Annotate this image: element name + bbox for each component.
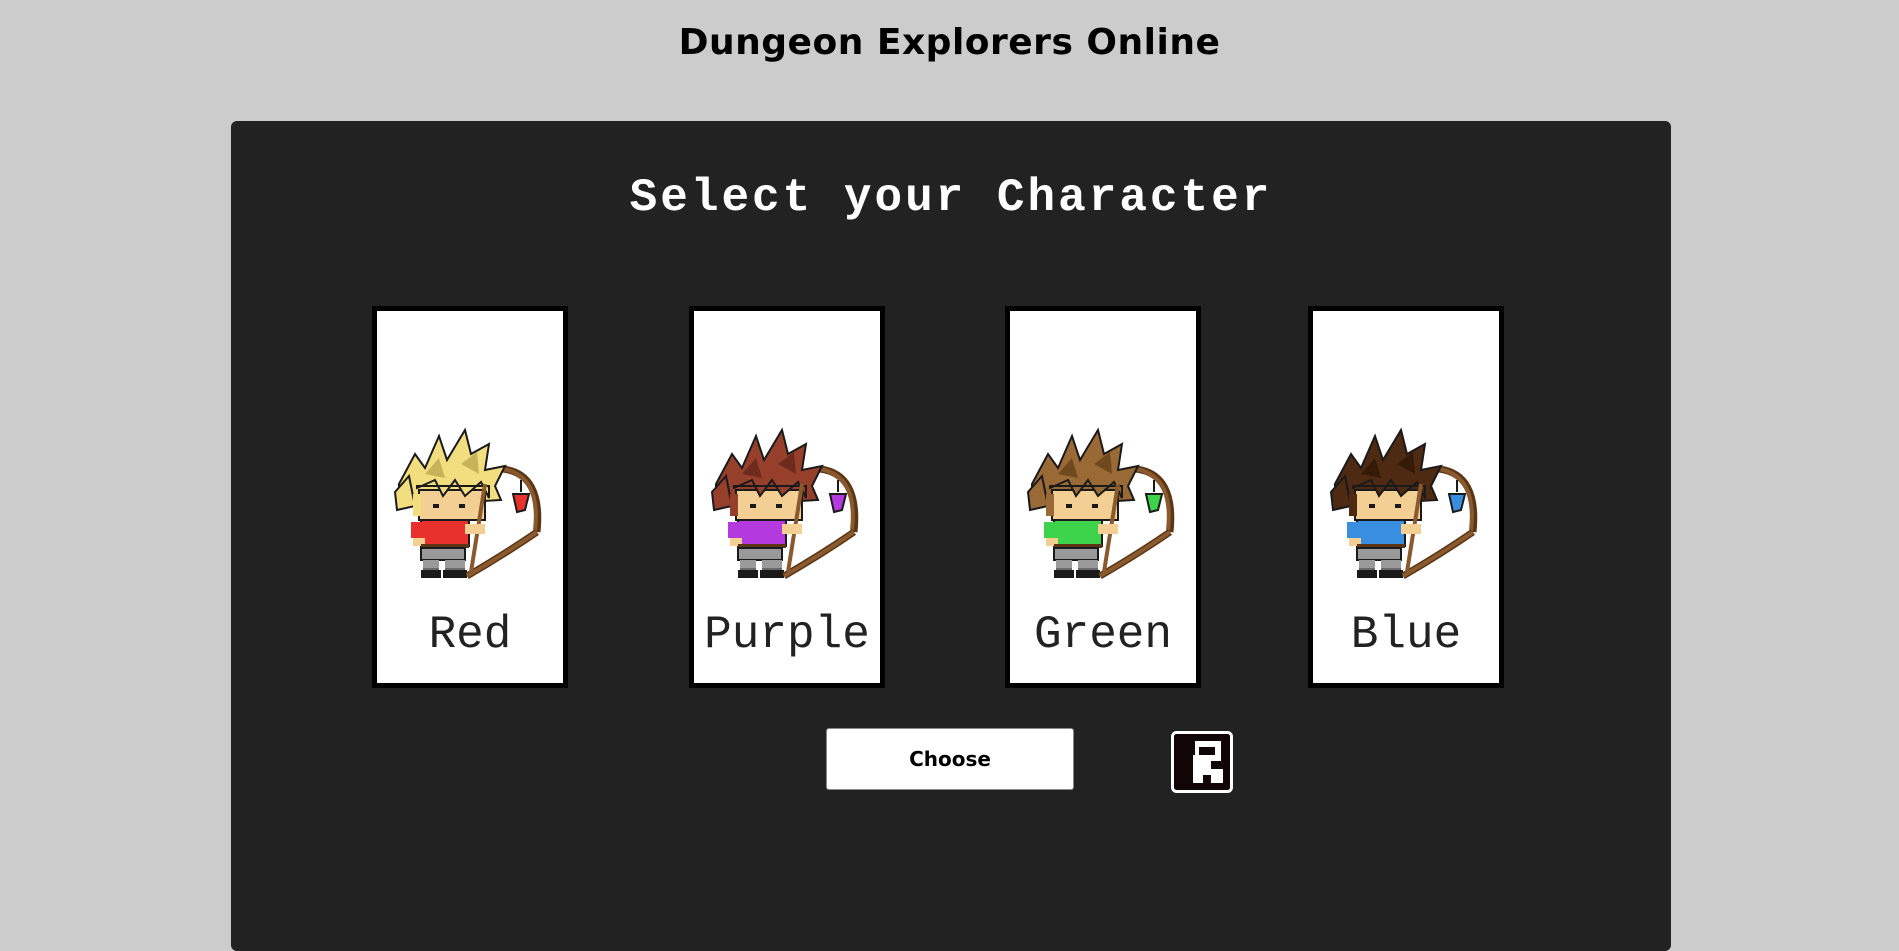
character-card-red[interactable]: Red (372, 306, 568, 688)
character-card-green[interactable]: Green (1005, 306, 1201, 688)
character-card-purple[interactable]: Purple (689, 306, 885, 688)
character-label: Blue (1350, 609, 1462, 661)
character-card-blue[interactable]: Blue (1308, 306, 1504, 688)
character-sprite-icon (710, 427, 859, 580)
character-label: Red (428, 609, 512, 661)
panel-title: Select your Character (629, 172, 1273, 224)
character-sprite-icon (393, 427, 542, 580)
character-sprite-icon (1026, 427, 1175, 580)
maze-logo-icon[interactable] (1171, 731, 1233, 793)
choose-button[interactable]: Choose (826, 728, 1074, 790)
character-label: Green (1033, 609, 1173, 661)
character-label: Purple (704, 609, 870, 661)
character-sprite-icon (1329, 427, 1478, 580)
site-title: Dungeon Explorers Online (678, 22, 1221, 63)
